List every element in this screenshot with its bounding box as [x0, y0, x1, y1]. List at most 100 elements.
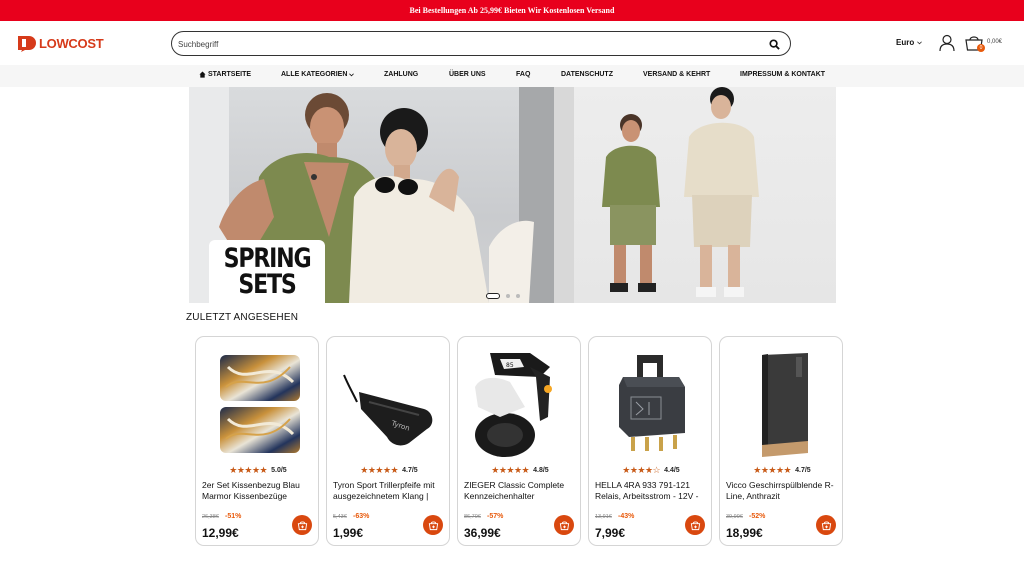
nav-item-label: STARTSEITE — [208, 71, 252, 78]
product-rating: ★★★★☆ 4.4/5 — [589, 465, 713, 476]
hero-image-left: SPRING SETS — [189, 87, 554, 303]
rating-value: 4.7/5 — [402, 467, 418, 474]
carousel-dot-2[interactable] — [506, 294, 510, 298]
hero-banner[interactable]: SPRING SETS — [189, 87, 836, 303]
add-to-cart-button[interactable] — [685, 515, 705, 535]
discount-badge: -51% — [225, 513, 242, 520]
logo-text: LOWCOST — [39, 35, 104, 51]
product-price: 12,99€ — [202, 526, 239, 540]
product-title[interactable]: 2er Set Kissenbezug Blau Marmor Kissenbe… — [202, 480, 314, 502]
cart-add-icon — [559, 520, 569, 530]
rating-value: 5.0/5 — [271, 467, 287, 474]
product-rating: ★★★★★ 4.7/5 — [327, 465, 451, 476]
nav-item-impressum[interactable]: IMPRESSUM & KONTAKT — [740, 71, 825, 78]
rating-value: 4.4/5 — [664, 467, 680, 474]
hero-headline-line2: SETS — [238, 269, 296, 300]
nav-item-label: DATENSCHUTZ — [561, 71, 613, 78]
nav-item-label: ALLE KATEGORIEN — [281, 71, 348, 78]
product-card[interactable]: ★★★★★ 4.7/5 Vicco Geschirrspülblende R-L… — [719, 336, 843, 546]
carousel-dot-3[interactable] — [516, 294, 520, 298]
carousel-dots — [486, 293, 520, 299]
discount-badge: -63% — [353, 513, 370, 520]
logo[interactable]: LOWCOST — [16, 33, 104, 53]
add-to-cart-button[interactable] — [816, 515, 836, 535]
currency-selector[interactable]: Euro — [896, 38, 923, 47]
product-list: ★★★★★ 5.0/5 2er Set Kissenbezug Blau Mar… — [195, 336, 845, 546]
product-card[interactable]: Tyron ★★★★★ 4.7/5 Tyron Sport Trillerpfe… — [326, 336, 450, 546]
product-rating: ★★★★★ 5.0/5 — [196, 465, 320, 476]
rating-value: 4.8/5 — [533, 467, 549, 474]
cart-button[interactable]: 0 — [964, 34, 986, 54]
star-rating-icon: ★★★★★ — [229, 465, 268, 475]
discount-badge: -43% — [618, 513, 635, 520]
section-title-recently-viewed: ZULETZT ANGESEHEN — [186, 312, 299, 323]
header: LOWCOST Euro 0 0,00€ — [0, 21, 1024, 65]
nav-item-ueber-uns[interactable]: ÜBER UNS — [449, 71, 486, 78]
old-price: 86,70€ — [464, 514, 481, 520]
product-title[interactable]: Vicco Geschirrspülblende R-Line, Anthraz… — [726, 480, 838, 502]
promo-bar: Bei Bestellungen Ab 25,99€ Bieten Wir Ko… — [0, 0, 1024, 21]
currency-label: Euro — [896, 38, 915, 47]
chevron-down-icon — [917, 40, 923, 44]
nav-item-label: ZAHLUNG — [384, 71, 419, 78]
star-rating-icon: ★★★★☆ — [622, 465, 661, 475]
product-image-license-plate-holder: 85 — [475, 353, 552, 457]
rating-value: 4.7/5 — [795, 467, 811, 474]
nav-item-label: FAQ — [516, 71, 531, 78]
search-icon — [768, 38, 780, 50]
add-to-cart-button[interactable] — [554, 515, 574, 535]
product-title[interactable]: Tyron Sport Trillerpfeife mit ausgezeich… — [333, 480, 445, 502]
hero-image-right — [554, 87, 836, 303]
product-price: 7,99€ — [595, 526, 626, 540]
nav-item-datenschutz[interactable]: DATENSCHUTZ — [561, 71, 613, 78]
old-price: 26,38€ — [202, 514, 219, 520]
cart-add-icon — [821, 520, 831, 530]
discount-badge: -52% — [749, 513, 766, 520]
add-to-cart-button[interactable] — [292, 515, 312, 535]
product-price: 1,99€ — [333, 526, 364, 540]
nav-item-alle-kategorien[interactable]: ALLE KATEGORIEN — [281, 71, 355, 78]
discount-badge: -57% — [487, 513, 504, 520]
product-card[interactable]: ★★★★☆ 4.4/5 HELLA 4RA 933 791-121 Relais… — [588, 336, 712, 546]
nav-item-label: ÜBER UNS — [449, 71, 486, 78]
cart-total: 0,00€ — [987, 39, 1003, 45]
product-rating: ★★★★★ 4.8/5 — [458, 465, 582, 476]
svg-text:85: 85 — [506, 362, 514, 369]
cart-count-badge: 0 — [977, 44, 985, 52]
nav-item-startseite[interactable]: STARTSEITE — [199, 71, 251, 78]
product-rating: ★★★★★ 4.7/5 — [720, 465, 844, 476]
cart-add-icon — [428, 520, 438, 530]
search-input[interactable] — [178, 36, 738, 52]
product-card[interactable]: ★★★★★ 5.0/5 2er Set Kissenbezug Blau Mar… — [195, 336, 319, 546]
product-price: 18,99€ — [726, 526, 763, 540]
carousel-dot-1[interactable] — [486, 293, 500, 299]
user-icon — [939, 34, 955, 52]
logo-icon — [18, 36, 36, 52]
nav-item-label: IMPRESSUM & KONTAKT — [740, 71, 826, 78]
nav-item-faq[interactable]: FAQ — [516, 71, 530, 78]
product-title[interactable]: HELLA 4RA 933 791-121 Relais, Arbeitsstr… — [595, 480, 707, 502]
nav-item-label: VERSAND & KEHRT — [643, 71, 711, 78]
product-card[interactable]: 85 ★★★★★ 4.8/5 ZIEGER Classic Complete K… — [457, 336, 581, 546]
search-button[interactable] — [766, 36, 782, 52]
add-to-cart-button[interactable] — [423, 515, 443, 535]
nav-item-zahlung[interactable]: ZAHLUNG — [384, 71, 418, 78]
home-icon — [199, 71, 206, 78]
star-rating-icon: ★★★★★ — [360, 465, 399, 475]
nav-item-versand[interactable]: VERSAND & KEHRT — [643, 71, 710, 78]
product-image-whistle: Tyron — [343, 374, 433, 446]
old-price: 39,99€ — [726, 514, 743, 520]
star-rating-icon: ★★★★★ — [753, 465, 792, 475]
account-button[interactable] — [937, 33, 957, 53]
product-title[interactable]: ZIEGER Classic Complete Kennzeichenhalte… — [464, 480, 576, 502]
hero-headline: SPRING SETS — [219, 245, 314, 300]
cart-add-icon — [297, 520, 307, 530]
promo-text: Bei Bestellungen Ab 25,99€ Bieten Wir Ko… — [409, 6, 615, 15]
main-nav: STARTSEITE ALLE KATEGORIEN ZAHLUNG ÜBER … — [0, 65, 1024, 87]
old-price: 5,43€ — [333, 514, 347, 520]
cart-add-icon — [690, 520, 700, 530]
search-box — [171, 31, 791, 56]
product-image-relay — [619, 355, 685, 451]
spring-sets-label: SPRING SETS — [209, 240, 325, 303]
hero-photo-right — [554, 87, 759, 303]
